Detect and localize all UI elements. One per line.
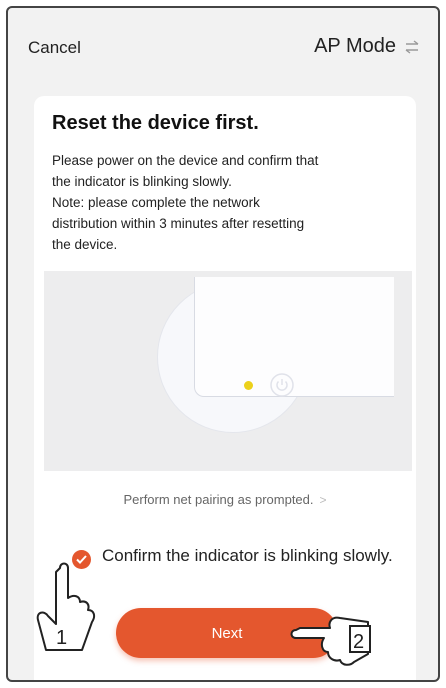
cancel-button[interactable]: Cancel	[28, 38, 81, 58]
confirm-label: Confirm the indicator is blinking slowly…	[102, 546, 393, 565]
device-illustration	[44, 271, 412, 471]
pointing-hand-icon: 2	[290, 616, 371, 666]
ap-mode-switch[interactable]: AP Mode	[314, 35, 420, 58]
indicator-led	[244, 381, 253, 390]
power-icon	[270, 373, 294, 397]
app-frame: Cancel AP Mode Reset the device first. P…	[6, 6, 440, 682]
instructions-text: Please power on the device and confirm t…	[52, 153, 319, 252]
net-pairing-link[interactable]: Perform net pairing as prompted. >	[34, 492, 416, 507]
step-2-label: 2	[353, 631, 364, 653]
net-pairing-label: Perform net pairing as prompted.	[123, 492, 314, 507]
page-title: Reset the device first.	[52, 112, 259, 134]
ap-mode-label: AP Mode	[314, 35, 396, 57]
chevron-right-icon: >	[319, 492, 327, 507]
confirm-checkbox-row[interactable]: Confirm the indicator is blinking slowly…	[72, 544, 402, 594]
step-1-label: 1	[56, 627, 67, 649]
pointing-hand-icon: 1	[36, 562, 96, 651]
top-bar: Cancel AP Mode	[8, 8, 438, 78]
swap-icon	[405, 39, 419, 54]
